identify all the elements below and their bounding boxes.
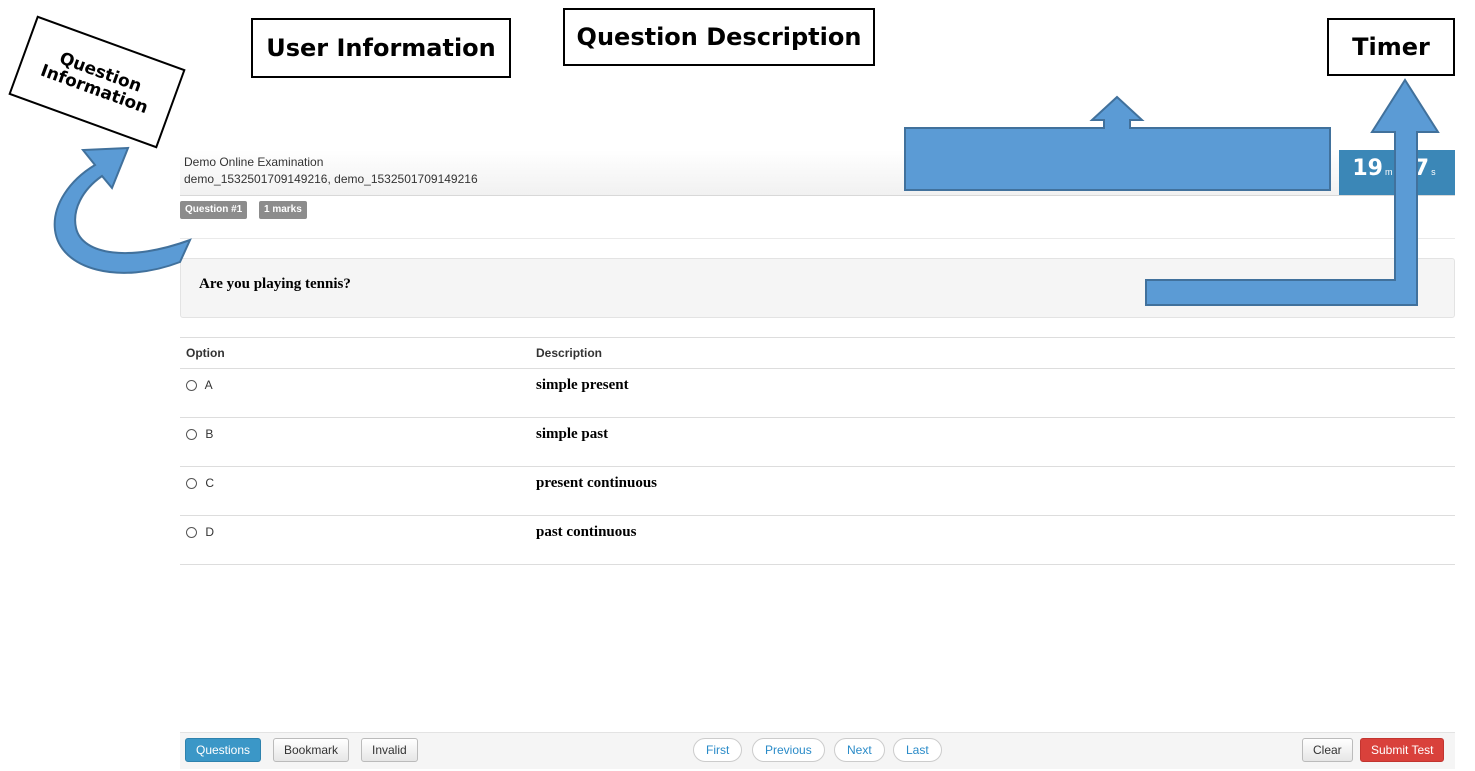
questions-button[interactable]: Questions — [185, 738, 262, 762]
radio-option-c[interactable] — [186, 478, 197, 490]
countdown-timer: 19 m 47 s — [1339, 150, 1455, 195]
option-description: simple past — [530, 417, 1455, 467]
column-header-option: Option — [180, 337, 530, 369]
user-information: demo_1532501709149216, demo_153250170914… — [184, 172, 478, 186]
callout-timer: Timer — [1327, 18, 1455, 76]
question-panel: Are you playing tennis? — [180, 258, 1455, 318]
bookmark-button[interactable]: Bookmark — [273, 738, 350, 762]
radio-option-b[interactable] — [186, 429, 197, 441]
timer-minutes: 19 — [1352, 156, 1383, 181]
timer-minutes-unit: m — [1385, 167, 1393, 177]
question-number-badge: Question #1 — [180, 201, 248, 219]
option-row-b[interactable]: B simple past — [180, 417, 1455, 467]
callout-question-description: Question Description — [563, 8, 875, 66]
option-description: present continuous — [530, 466, 1455, 516]
timer-seconds-unit: s — [1431, 167, 1436, 177]
curved-arrow-icon — [53, 146, 192, 274]
option-row-d[interactable]: D past continuous — [180, 515, 1455, 565]
column-header-description: Description — [530, 337, 1455, 369]
exam-title: Demo Online Examination — [184, 155, 324, 169]
option-cell[interactable]: D — [180, 515, 530, 565]
option-letter: C — [205, 476, 215, 490]
option-description: past continuous — [530, 515, 1455, 565]
table-header-row: Option Description — [180, 337, 1455, 369]
option-cell[interactable]: B — [180, 417, 530, 467]
timer-seconds: 47 — [1398, 156, 1430, 181]
option-cell[interactable]: A — [180, 368, 530, 418]
option-letter: B — [205, 427, 214, 441]
option-row-a[interactable]: A simple present — [180, 368, 1455, 418]
next-button[interactable]: Next — [834, 738, 885, 762]
option-letter: A — [204, 378, 213, 392]
submit-test-button[interactable]: Submit Test — [1360, 738, 1445, 762]
divider — [180, 238, 1455, 239]
last-button[interactable]: Last — [893, 738, 942, 762]
radio-option-d[interactable] — [186, 527, 197, 539]
options-table: Option Description A simple present B si… — [180, 337, 1455, 565]
exam-header: Demo Online Examination demo_15325017091… — [180, 150, 1455, 196]
callout-user-information: User Information — [251, 18, 511, 78]
option-row-c[interactable]: C present continuous — [180, 466, 1455, 516]
footer-toolbar: Questions Bookmark Invalid First Previou… — [180, 732, 1455, 769]
invalid-button[interactable]: Invalid — [361, 738, 418, 762]
clear-button[interactable]: Clear — [1302, 738, 1353, 762]
option-letter: D — [205, 525, 215, 539]
previous-button[interactable]: Previous — [752, 738, 825, 762]
question-marks-badge: 1 marks — [259, 201, 307, 219]
radio-option-a[interactable] — [186, 380, 197, 392]
callout-question-information: Question Information — [8, 15, 186, 149]
question-text: Are you playing tennis? — [199, 276, 351, 292]
option-description: simple present — [530, 368, 1455, 418]
first-button[interactable]: First — [693, 738, 743, 762]
option-cell[interactable]: C — [180, 466, 530, 516]
